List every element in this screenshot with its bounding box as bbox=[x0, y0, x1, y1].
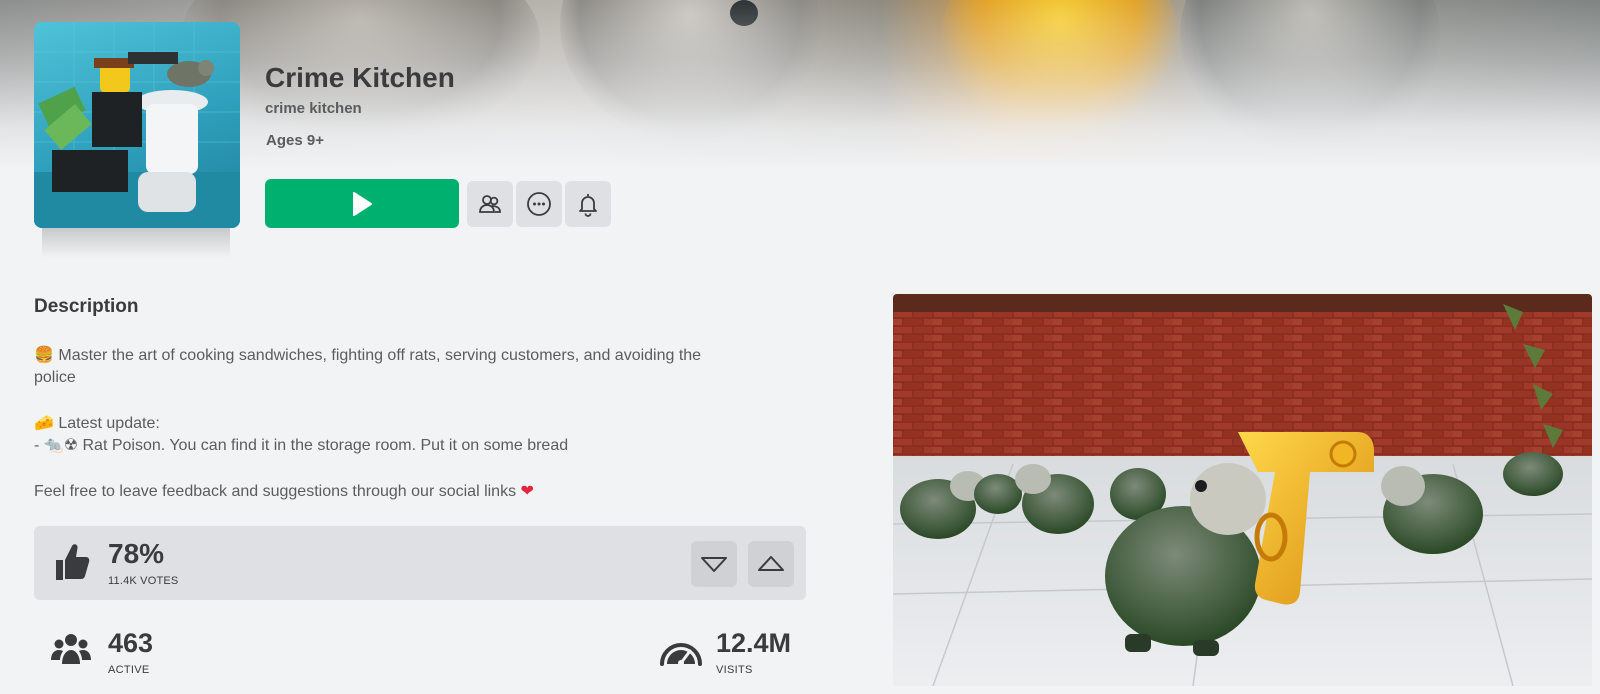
description-heading: Description bbox=[34, 296, 139, 317]
play-icon bbox=[353, 191, 372, 216]
description-line: 🧀 Latest update: bbox=[34, 413, 160, 432]
join-friends-button[interactable] bbox=[467, 181, 513, 227]
game-title: Crime Kitchen bbox=[265, 62, 455, 93]
chevron-down-icon bbox=[701, 557, 727, 572]
creator-link[interactable]: crime kitchen bbox=[265, 100, 362, 117]
speedometer-icon bbox=[660, 643, 702, 666]
description-line: 🍔 Master the art of cooking sandwiches, … bbox=[34, 345, 702, 364]
vote-count: 11.4K VOTES bbox=[108, 575, 179, 587]
play-button[interactable] bbox=[265, 179, 459, 228]
visits-label: VISITS bbox=[716, 664, 753, 676]
chevron-up-icon bbox=[758, 556, 784, 571]
heart-emoji: ❤ bbox=[520, 481, 534, 500]
downvote-button[interactable] bbox=[691, 541, 737, 587]
active-label: ACTIVE bbox=[108, 664, 150, 676]
more-icon bbox=[527, 192, 551, 216]
description-line: Feel free to leave feedback and suggesti… bbox=[34, 481, 534, 500]
visits-count: 12.4M bbox=[716, 628, 792, 658]
cheese-emoji: 🧀 bbox=[34, 413, 54, 432]
active-count: 463 bbox=[108, 628, 154, 658]
bell-icon bbox=[579, 194, 597, 217]
game-screenshot[interactable] bbox=[893, 294, 1592, 686]
friends-icon bbox=[479, 195, 501, 213]
upvote-button[interactable] bbox=[748, 541, 794, 587]
vote-bar: 78% 11.4K VOTES bbox=[34, 526, 806, 600]
notify-button[interactable] bbox=[565, 181, 611, 227]
hero-banner bbox=[0, 0, 1600, 170]
description-line: police bbox=[34, 369, 76, 386]
thumbs-up-icon bbox=[56, 544, 90, 580]
more-options-button[interactable] bbox=[516, 181, 562, 227]
game-thumbnail bbox=[34, 22, 240, 228]
age-rating: Ages 9+ bbox=[266, 132, 324, 149]
burger-emoji: 🍔 bbox=[34, 345, 54, 364]
description-line: - 🐀☢ Rat Poison. You can find it in the … bbox=[34, 437, 569, 454]
vote-percentage: 78% bbox=[108, 538, 165, 569]
users-icon bbox=[51, 634, 91, 664]
